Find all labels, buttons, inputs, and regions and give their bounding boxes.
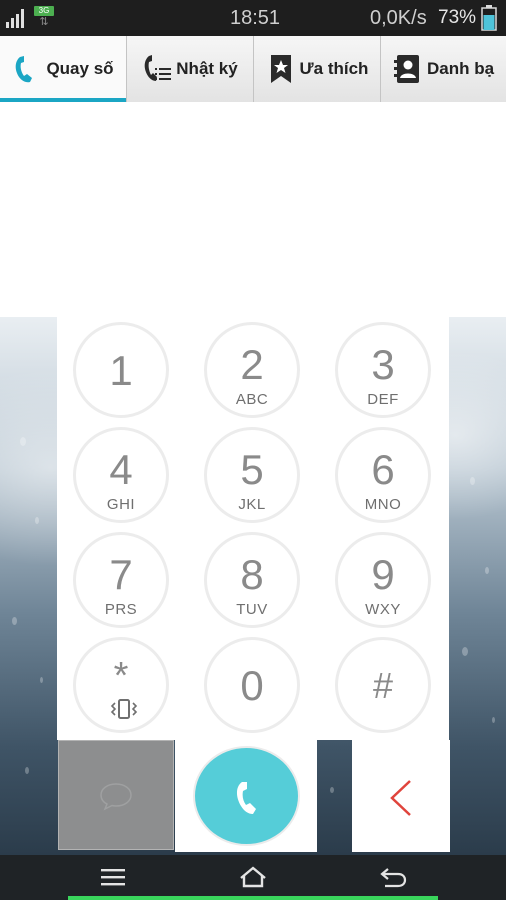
key-3[interactable]: 3 DEF <box>335 322 431 418</box>
network-speed: 0,0K/s <box>370 7 427 29</box>
phone-icon <box>16 56 33 83</box>
key-digit: # <box>372 665 394 706</box>
network-indicator: 3G ⇅ <box>34 6 56 30</box>
key-letters: TUV <box>236 601 268 618</box>
contacts-icon <box>393 55 419 83</box>
call-log-icon <box>144 55 172 81</box>
key-0[interactable]: 0 <box>204 637 300 733</box>
call-button[interactable] <box>193 746 300 846</box>
nav-accent-bar <box>68 896 438 900</box>
key-digit: 6 <box>371 446 395 493</box>
tab-label: Ưa thích <box>299 59 369 78</box>
tab-call-log[interactable]: Nhật ký <box>127 36 254 102</box>
key-digit: 8 <box>240 551 264 598</box>
key-letters: PRS <box>104 601 138 618</box>
key-letters: JKL <box>238 496 266 513</box>
key-digit: * <box>113 655 129 697</box>
battery-percent: 73% <box>438 7 477 28</box>
home-icon[interactable] <box>238 865 268 889</box>
battery-icon <box>481 5 497 31</box>
tab-dial[interactable]: Quay số <box>0 36 127 102</box>
dialpad: 1 2 ABC 3 DEF 4 GHI 5 JKL 6 MNO 7 PRS 8 … <box>57 317 449 740</box>
dialer-tabs: Quay số Nhật ký Ưa thích Danh bạ <box>0 36 506 102</box>
key-7[interactable]: 7 PRS <box>73 532 169 628</box>
key-letters: WXY <box>365 601 401 618</box>
tab-favorites[interactable]: Ưa thích <box>254 36 381 102</box>
key-9[interactable]: 9 WXY <box>335 532 431 628</box>
menu-icon[interactable] <box>98 865 128 889</box>
key-1[interactable]: 1 <box>73 322 169 418</box>
number-display[interactable] <box>0 102 506 317</box>
tab-label: Nhật ký <box>176 59 238 78</box>
key-letters: MNO <box>364 496 402 513</box>
tab-contacts[interactable]: Danh bạ <box>381 36 506 102</box>
key-2[interactable]: 2 ABC <box>204 322 300 418</box>
network-badge: 3G <box>34 6 54 16</box>
key-6[interactable]: 6 MNO <box>335 427 431 523</box>
clock: 18:51 <box>230 7 281 29</box>
signal-icon <box>6 9 24 28</box>
data-arrows-icon: ⇅ <box>39 16 49 28</box>
key-letters: DEF <box>367 391 399 408</box>
key-digit: 3 <box>371 341 395 388</box>
key-hash[interactable]: # <box>335 637 431 733</box>
key-5[interactable]: 5 JKL <box>204 427 300 523</box>
vibrate-icon <box>110 699 138 719</box>
delete-button[interactable] <box>352 740 450 852</box>
key-4[interactable]: 4 GHI <box>73 427 169 523</box>
key-digit: 5 <box>240 446 264 493</box>
back-icon[interactable] <box>379 865 409 889</box>
key-digit: 2 <box>240 341 264 388</box>
key-digit: 4 <box>109 446 133 493</box>
bookmark-star-icon <box>270 55 291 83</box>
chevron-left-icon <box>390 780 411 816</box>
speech-bubble-icon <box>100 783 132 811</box>
key-digit: 9 <box>371 551 395 598</box>
message-button[interactable] <box>58 740 174 850</box>
key-star[interactable]: * <box>73 637 169 733</box>
key-letters: ABC <box>235 391 269 408</box>
navigation-bar <box>0 855 506 900</box>
key-digit: 7 <box>109 551 133 598</box>
key-8[interactable]: 8 TUV <box>204 532 300 628</box>
phone-handset-icon <box>236 782 256 814</box>
key-letters: GHI <box>106 496 136 513</box>
key-digit: 1 <box>109 347 133 394</box>
tab-label: Quay số <box>46 59 114 78</box>
tab-label: Danh bạ <box>426 59 495 78</box>
key-digit: 0 <box>240 662 264 709</box>
status-bar: 3G ⇅ 18:51 0,0K/s 73% <box>0 0 506 36</box>
